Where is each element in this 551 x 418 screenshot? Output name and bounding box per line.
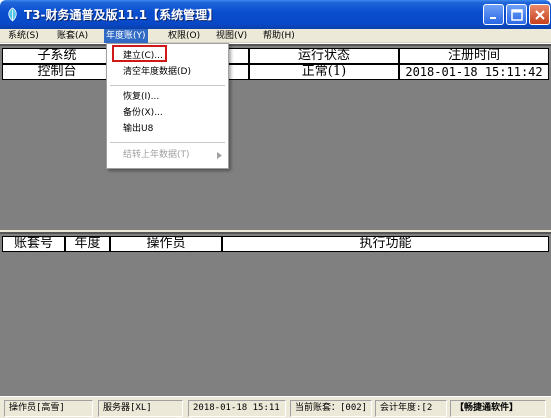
leaf-icon bbox=[8, 7, 17, 22]
subsystem-table: 子系统 站点 运行状态 注册时间 控制台 正常(1) 2018-01-18 15… bbox=[0, 44, 551, 230]
cell-run-status: 正常(1) bbox=[249, 64, 399, 80]
column-header-function[interactable]: 执行功能 bbox=[222, 236, 549, 252]
maximize-button[interactable] bbox=[506, 4, 527, 25]
annotation-highlight-box bbox=[112, 45, 167, 62]
menu-system[interactable]: 系统(S) bbox=[6, 29, 41, 43]
menu-permissions[interactable]: 权限(O) bbox=[166, 29, 202, 43]
menu-help[interactable]: 帮助(H) bbox=[261, 29, 297, 43]
column-header-register-time[interactable]: 注册时间 bbox=[399, 48, 549, 64]
column-header-operator[interactable]: 操作员 bbox=[110, 236, 222, 252]
cell-subsystem: 控制台 bbox=[2, 64, 112, 80]
minimize-button[interactable] bbox=[483, 4, 504, 25]
cell-register-time: 2018-01-18 15:11:42 bbox=[399, 64, 549, 80]
close-button[interactable] bbox=[529, 4, 550, 25]
status-vendor: 【畅捷通软件】 bbox=[450, 400, 546, 417]
status-bar: 操作员[高雪] 服务器[XL] 2018-01-18 15:11 当前账套：[0… bbox=[0, 396, 551, 418]
status-datetime: 2018-01-18 15:11 bbox=[188, 400, 286, 417]
submenu-arrow-icon bbox=[217, 152, 222, 159]
menu-item-carry-forward[interactable]: 结转上年数据(T) bbox=[107, 148, 228, 163]
subsystem-table-header: 子系统 站点 运行状态 注册时间 bbox=[2, 48, 549, 64]
task-table: 账套号 年度 操作员 执行功能 bbox=[0, 232, 551, 396]
menu-bar: 系统(S) 账套(A) 年度账(Y) 权限(O) 视图(V) 帮助(H) bbox=[0, 29, 551, 43]
minimize-icon bbox=[490, 17, 496, 19]
menu-item-clear-annual-data[interactable]: 清空年度数据(D) bbox=[107, 65, 228, 80]
status-operator: 操作员[高雪] bbox=[4, 400, 93, 417]
close-icon bbox=[535, 10, 545, 20]
menu-separator bbox=[110, 142, 225, 143]
menu-view[interactable]: 视图(V) bbox=[214, 29, 249, 43]
menu-item-carry-forward-label: 结转上年数据(T) bbox=[123, 150, 190, 160]
status-fiscal-year: 会计年度:[2 bbox=[375, 400, 447, 417]
task-table-header: 账套号 年度 操作员 执行功能 bbox=[2, 236, 549, 252]
menu-item-backup[interactable]: 备份(X)... bbox=[107, 106, 228, 121]
menu-item-restore[interactable]: 恢复(I)... bbox=[107, 90, 228, 105]
menu-annual-account[interactable]: 年度账(Y) bbox=[104, 29, 148, 43]
menu-item-export-u8[interactable]: 输出U8 bbox=[107, 122, 228, 137]
menu-separator bbox=[110, 85, 225, 86]
maximize-icon bbox=[511, 9, 523, 21]
status-server: 服务器[XL] bbox=[98, 400, 183, 417]
status-current-account: 当前账套：[002] bbox=[290, 400, 372, 417]
table-row[interactable]: 控制台 正常(1) 2018-01-18 15:11:42 bbox=[2, 64, 549, 80]
column-header-run-status[interactable]: 运行状态 bbox=[249, 48, 399, 64]
column-header-year[interactable]: 年度 bbox=[65, 236, 110, 252]
menu-account-set[interactable]: 账套(A) bbox=[55, 29, 90, 43]
window-title: T3-财务通普及版11.1【系统管理】 bbox=[24, 8, 220, 22]
column-header-account-no[interactable]: 账套号 bbox=[2, 236, 65, 252]
title-bar[interactable]: T3-财务通普及版11.1【系统管理】 bbox=[0, 0, 551, 29]
column-header-subsystem[interactable]: 子系统 bbox=[2, 48, 112, 64]
